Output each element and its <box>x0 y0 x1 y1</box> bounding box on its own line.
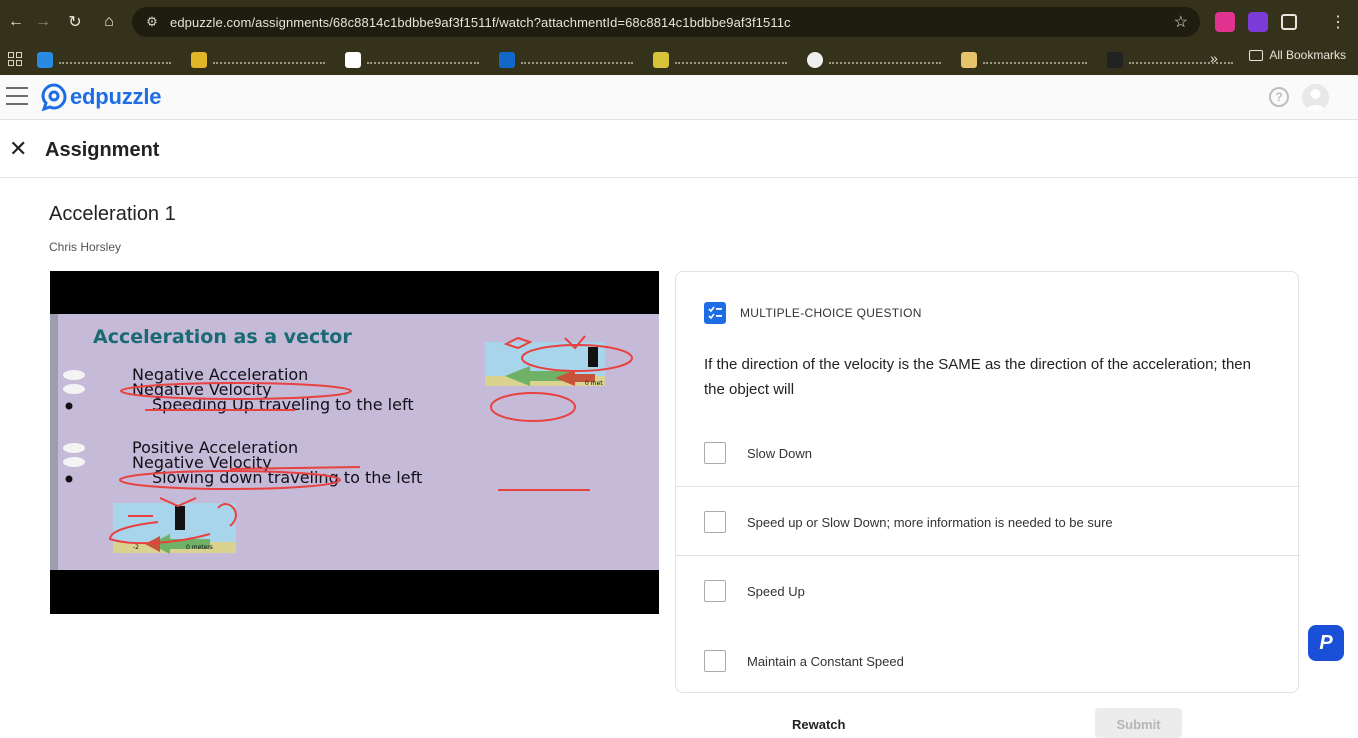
answer-label[interactable]: Maintain a Constant Speed <box>747 654 904 669</box>
lesson-title: Acceleration 1 <box>49 203 176 225</box>
slide-annotations: 0 met 0 meters -2 <box>63 335 633 554</box>
teacher-name: Chris Horsley <box>49 240 122 254</box>
answer-option[interactable]: Maintain a Constant Speed <box>676 627 1300 695</box>
answer-checkbox[interactable] <box>704 580 726 602</box>
bookmark-item-7[interactable] <box>961 49 1107 71</box>
bookmark-star-icon[interactable]: ☆ <box>1174 12 1188 32</box>
apps-grid-icon[interactable] <box>8 52 22 66</box>
multiple-choice-icon <box>704 302 726 324</box>
bookmarks-bar: » All Bookmarks <box>0 44 1358 75</box>
question-text: If the direction of the velocity is the … <box>704 356 1251 398</box>
question-type-label: MULTIPLE-CHOICE QUESTION <box>740 306 922 320</box>
app-header: edpuzzle ? <box>0 75 1358 120</box>
all-bookmarks-label: All Bookmarks <box>1269 48 1346 62</box>
url-text: edpuzzle.com/assignments/68c8814c1bdbbe9… <box>170 14 791 30</box>
menu-kebab-icon[interactable]: ⋮ <box>1322 6 1354 38</box>
rewatch-button[interactable]: Rewatch <box>792 717 845 732</box>
avatar[interactable] <box>1302 84 1329 111</box>
more-bookmarks-icon[interactable]: » <box>1210 50 1218 66</box>
answer-checkbox[interactable] <box>704 511 726 533</box>
reload-icon[interactable]: ↻ <box>59 6 91 38</box>
question-card: MULTIPLE-CHOICE QUESTION If the directio… <box>675 271 1300 695</box>
bookmark-item-8[interactable] <box>1107 49 1253 71</box>
bookmark-item-2[interactable] <box>191 49 345 71</box>
logo-text: edpuzzle <box>70 84 162 109</box>
browser-toolbar: ← → ↻ ⌂ ⚙ edpuzzle.com/assignments/68c88… <box>0 0 1358 44</box>
answer-checkbox[interactable] <box>704 650 726 672</box>
page-title: Assignment <box>45 139 160 161</box>
forward-icon[interactable]: → <box>27 6 59 38</box>
assignment-bar: ✕ Assignment <box>0 120 1358 178</box>
bookmark-item-5[interactable] <box>653 49 807 71</box>
close-icon[interactable]: ✕ <box>9 136 27 162</box>
answer-checkbox[interactable] <box>704 442 726 464</box>
bookmark-item-4[interactable] <box>499 49 653 71</box>
address-bar[interactable]: ⚙ edpuzzle.com/assignments/68c8814c1bdbb… <box>132 7 1200 37</box>
home-icon[interactable]: ⌂ <box>93 6 125 38</box>
video-player[interactable]: Acceleration as a vector Negative Accele… <box>50 271 659 614</box>
extension-purple-icon[interactable] <box>1248 12 1268 32</box>
submit-button[interactable]: Submit <box>1095 708 1182 738</box>
svg-text:0 meters: 0 meters <box>186 544 213 551</box>
answer-option[interactable]: Slow Down <box>676 419 1300 487</box>
all-bookmarks[interactable]: All Bookmarks <box>1249 48 1346 62</box>
site-settings-icon[interactable]: ⚙ <box>142 12 162 32</box>
edpuzzle-logo[interactable]: edpuzzle <box>40 82 162 112</box>
video-slide: Acceleration as a vector Negative Accele… <box>50 314 659 570</box>
svg-text:-2: -2 <box>133 544 139 551</box>
bookmark-item-1[interactable] <box>37 49 191 71</box>
answer-label[interactable]: Speed up or Slow Down; more information … <box>747 515 1113 530</box>
help-icon[interactable]: ? <box>1269 87 1289 107</box>
puzzle-logo-icon <box>41 83 67 112</box>
answer-option[interactable]: Speed Up <box>676 557 1300 625</box>
svg-text:0 met: 0 met <box>585 380 603 387</box>
answer-label[interactable]: Speed Up <box>747 584 805 599</box>
folder-icon <box>1249 49 1264 61</box>
extension-video-icon[interactable] <box>1215 12 1235 32</box>
extension-floating-button[interactable]: P <box>1308 625 1344 661</box>
bookmark-item-6[interactable] <box>807 49 961 71</box>
bookmark-item-3[interactable] <box>345 49 499 71</box>
extensions-puzzle-icon[interactable] <box>1281 14 1297 30</box>
hamburger-menu-icon[interactable] <box>6 87 28 107</box>
answer-label[interactable]: Slow Down <box>747 446 812 461</box>
answer-option[interactable]: Speed up or Slow Down; more information … <box>676 488 1300 556</box>
